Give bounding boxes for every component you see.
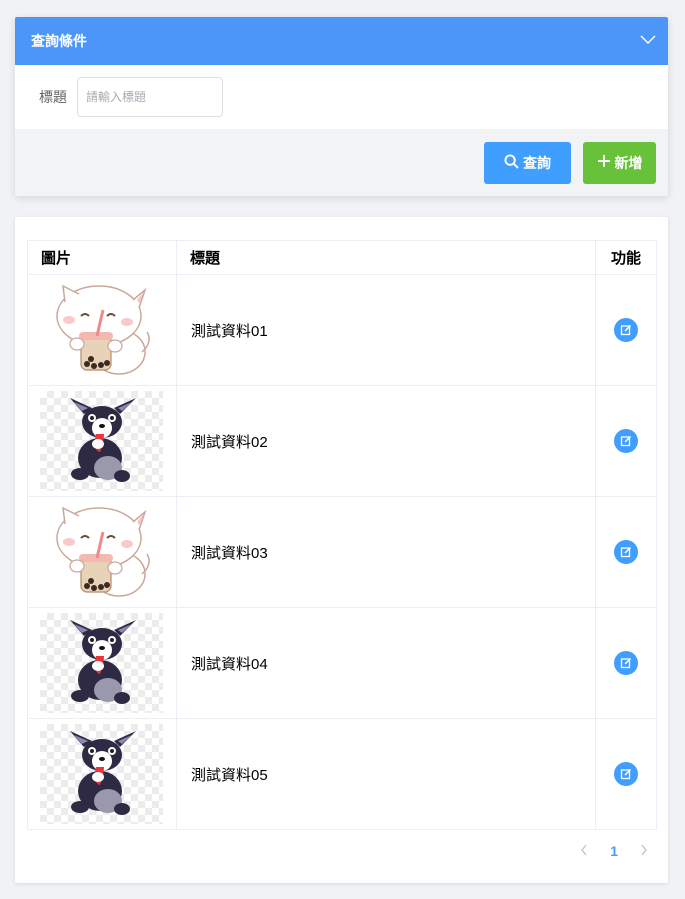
table-row: 測試資料03 (27, 496, 657, 608)
chevron-left-icon[interactable] (580, 843, 588, 859)
edit-button[interactable] (614, 762, 638, 786)
title-cell: 測試資料05 (176, 718, 596, 830)
edit-icon (620, 324, 632, 336)
search-icon (504, 153, 519, 172)
edit-button[interactable] (614, 651, 638, 675)
title-cell: 測試資料02 (176, 385, 596, 497)
actions-cell (595, 496, 657, 608)
search-panel-title: 查詢條件 (31, 33, 87, 49)
search-form: 標題 (15, 65, 668, 129)
image-cell (27, 385, 177, 497)
data-table-card: 圖片 標題 功能 測試資料01 測試資料02 測試資料03 測試資料04 測試資… (15, 217, 668, 883)
search-panel: 查詢條件 標題 查詢 (15, 17, 668, 196)
search-button-label: 查詢 (523, 154, 551, 171)
add-button[interactable]: 新增 (583, 141, 656, 184)
table-row: 測試資料01 (27, 274, 657, 386)
milk-tea-cat-image (40, 502, 163, 602)
image-cell (27, 274, 177, 386)
actions-cell (595, 607, 657, 719)
column-header-title: 標題 (176, 240, 596, 275)
table-row: 測試資料02 (27, 385, 657, 497)
husky-dog-image (40, 724, 163, 824)
edit-button[interactable] (614, 429, 638, 453)
husky-dog-image (40, 391, 163, 491)
actions-cell (595, 718, 657, 830)
edit-icon (620, 657, 632, 669)
image-cell (27, 607, 177, 719)
search-button[interactable]: 查詢 (484, 141, 571, 184)
title-search-input[interactable] (77, 77, 223, 117)
add-button-label: 新增 (614, 154, 643, 171)
column-header-actions: 功能 (595, 240, 657, 275)
page-number-current[interactable]: 1 (610, 843, 618, 859)
data-table: 圖片 標題 功能 測試資料01 測試資料02 測試資料03 測試資料04 測試資… (27, 240, 657, 830)
table-row: 測試資料05 (27, 718, 657, 830)
column-header-image: 圖片 (27, 240, 177, 275)
image-cell (27, 496, 177, 608)
edit-icon (620, 435, 632, 447)
chevron-right-icon[interactable] (640, 843, 648, 859)
title-field-label: 標題 (39, 89, 67, 105)
title-cell: 測試資料01 (176, 274, 596, 386)
table-row: 測試資料04 (27, 607, 657, 719)
actions-cell (595, 274, 657, 386)
edit-icon (620, 768, 632, 780)
husky-dog-image (40, 613, 163, 713)
search-actions: 查詢 新增 (15, 129, 668, 196)
pagination: 1 (580, 843, 648, 859)
actions-cell (595, 385, 657, 497)
chevron-down-icon[interactable] (640, 32, 656, 50)
plus-icon (597, 154, 611, 171)
edit-button[interactable] (614, 540, 638, 564)
edit-button[interactable] (614, 318, 638, 342)
title-cell: 測試資料03 (176, 496, 596, 608)
title-cell: 測試資料04 (176, 607, 596, 719)
edit-icon (620, 546, 632, 558)
search-panel-header[interactable]: 查詢條件 (15, 17, 668, 65)
table-header-row: 圖片 標題 功能 (27, 240, 657, 275)
milk-tea-cat-image (40, 280, 163, 380)
image-cell (27, 718, 177, 830)
